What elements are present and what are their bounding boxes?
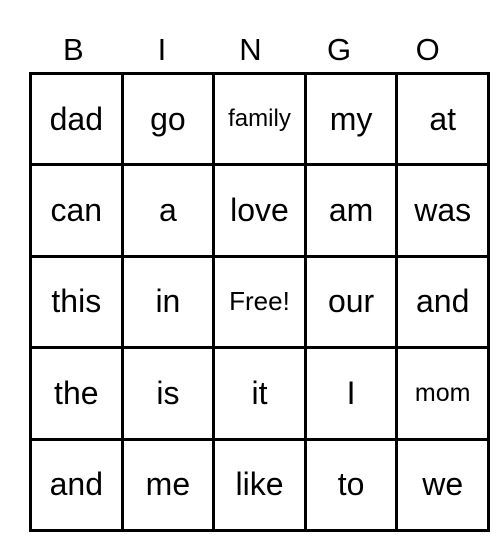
- bingo-cell: can: [29, 163, 124, 258]
- header-letter-b: B: [62, 32, 84, 67]
- grid-row: the is it I mom: [29, 346, 490, 441]
- bingo-cell: a: [120, 163, 216, 258]
- grid-row: and me like to we: [29, 437, 490, 532]
- bingo-cell: we: [395, 437, 490, 532]
- bingo-cell: was: [395, 163, 490, 258]
- bingo-cell: like: [212, 437, 307, 532]
- header-letter-i: I: [157, 32, 167, 67]
- bingo-cell: me: [120, 437, 216, 532]
- bingo-header: B I N G O: [29, 28, 472, 72]
- bingo-cell: family: [212, 71, 307, 167]
- bingo-cell: I: [303, 346, 399, 441]
- bingo-cell: and: [395, 254, 490, 350]
- header-letter-n: N: [239, 32, 262, 67]
- bingo-cell: dad: [29, 71, 124, 167]
- header-letter-o: O: [415, 32, 440, 67]
- grid-row: dad go family my at: [29, 71, 490, 167]
- bingo-cell: and: [29, 437, 124, 532]
- bingo-cell: am: [303, 163, 399, 258]
- bingo-cell: my: [303, 71, 399, 167]
- bingo-cell: love: [212, 163, 307, 258]
- bingo-cell: our: [303, 254, 399, 350]
- bingo-cell: is: [120, 346, 216, 441]
- bingo-cell: mom: [395, 346, 490, 441]
- bingo-cell: the: [29, 346, 124, 441]
- bingo-cell: go: [120, 71, 216, 167]
- grid-row: can a love am was: [29, 163, 490, 258]
- header-letter-g: G: [327, 32, 352, 67]
- grid-row: this in Free! our and: [29, 254, 490, 350]
- bingo-cell: this: [29, 254, 124, 350]
- bingo-cell: to: [303, 437, 399, 532]
- bingo-card-grid: dad go family my at can a love am was th…: [29, 71, 490, 532]
- bingo-cell: it: [212, 346, 307, 441]
- free-space-cell: Free!: [212, 254, 307, 350]
- bingo-cell: at: [395, 71, 490, 167]
- bingo-cell: in: [120, 254, 216, 350]
